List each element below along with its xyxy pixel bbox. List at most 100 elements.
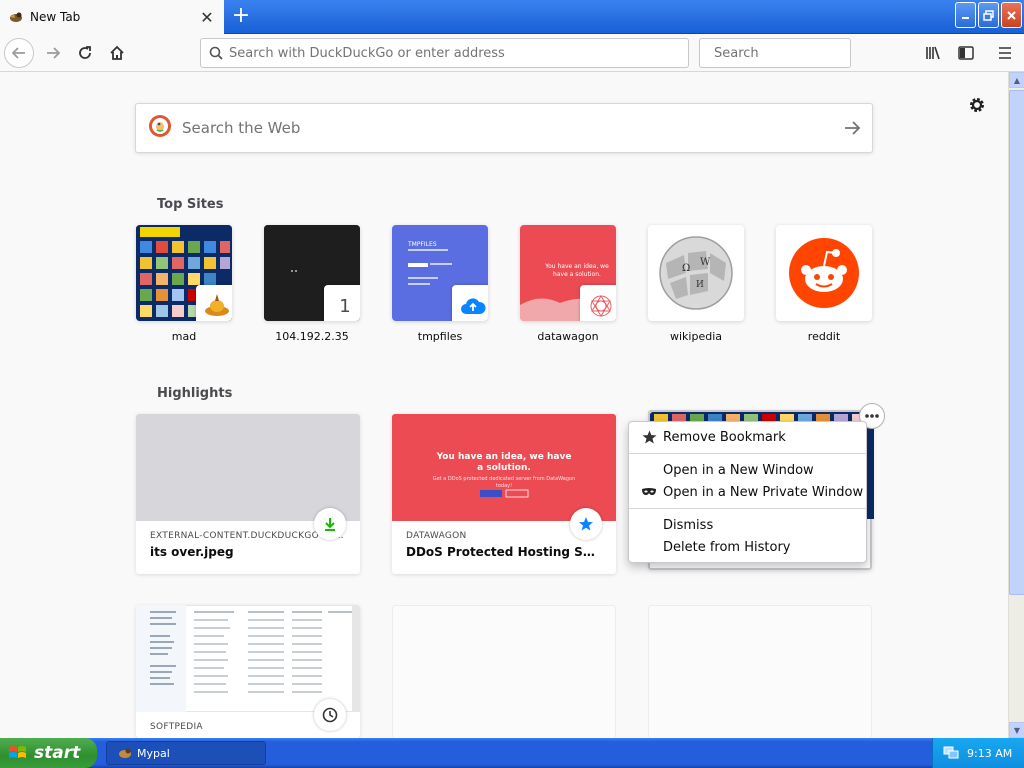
home-button[interactable] <box>102 38 132 68</box>
reddit-logo-icon <box>776 225 872 321</box>
close-tab-icon[interactable]: ✕ <box>196 6 218 28</box>
search-input[interactable] <box>714 45 884 61</box>
highlight-context-menu: Remove Bookmark Open in a New Window Ope… <box>628 421 867 563</box>
scroll-up-button[interactable]: ▲ <box>1009 72 1024 88</box>
top-site-label: tmpfiles <box>417 330 463 343</box>
back-arrow-icon <box>11 47 25 59</box>
bookmark-star-icon <box>570 508 602 540</box>
menu-item-delete-history[interactable]: Delete from History <box>629 536 866 558</box>
highlight-thumbnail <box>136 414 360 521</box>
top-site-thumbnail <box>136 225 232 321</box>
cloud-upload-icon <box>452 285 488 321</box>
top-site-datawagon[interactable]: You have an idea, we have a solution. da… <box>520 225 616 343</box>
ellipsis-icon <box>865 414 879 418</box>
task-label: Mypal <box>137 746 170 760</box>
datawagon-favicon-icon <box>580 285 616 321</box>
mad-favicon-icon <box>196 285 232 321</box>
highlight-card-datawagon[interactable]: You have an idea, we have a solution. Ge… <box>392 414 616 574</box>
menu-item-open-new-window[interactable]: Open in a New Window <box>629 459 866 481</box>
menu-separator <box>629 453 866 454</box>
library-icon <box>926 46 940 60</box>
back-button[interactable] <box>4 38 34 68</box>
highlights-heading: Highlights <box>157 386 233 401</box>
mypal-app-icon <box>119 748 131 758</box>
sidebar-button[interactable] <box>951 38 981 68</box>
highlight-placeholder <box>648 605 872 739</box>
highlight-card-its-over[interactable]: EXTERNAL-CONTENT.DUCKDUCKGO — 2... its o… <box>136 414 360 574</box>
minimize-button[interactable] <box>955 2 976 28</box>
top-site-label: mad <box>171 330 197 343</box>
tab-title: New Tab <box>30 10 81 24</box>
badge-text: 1 <box>339 295 351 317</box>
customize-gear-icon[interactable] <box>966 94 988 116</box>
vertical-scrollbar[interactable]: ▲ ▼ <box>1008 72 1024 738</box>
search-bar[interactable] <box>699 38 884 68</box>
address-bar[interactable] <box>200 38 689 68</box>
system-tray: 9:13 AM <box>932 738 1024 768</box>
mypal-favicon-icon <box>8 9 24 25</box>
download-icon <box>314 508 346 540</box>
window-controls <box>955 2 1022 28</box>
svg-text:Ω: Ω <box>682 263 690 274</box>
star-icon <box>641 430 657 444</box>
windows-taskbar: start Mypal 9:13 AM <box>0 738 1024 768</box>
menu-item-label: Dismiss <box>663 517 714 533</box>
top-site-tmpfiles[interactable]: TMPFILES tmpfiles <box>392 225 488 343</box>
search-icon <box>209 46 223 60</box>
top-site-thumbnail: TMPFILES <box>392 225 488 321</box>
top-site-label: wikipedia <box>669 330 722 343</box>
forward-button[interactable] <box>38 38 68 68</box>
clock: 9:13 AM <box>967 746 1013 760</box>
top-site-ip[interactable]: 1 104.192.2.35 <box>264 225 360 343</box>
tile-letter-badge: 1 <box>324 285 360 321</box>
web-search-box[interactable] <box>135 103 873 153</box>
windows-logo-icon <box>9 746 26 758</box>
highlight-placeholder <box>392 605 616 739</box>
svg-text:W: W <box>700 257 711 268</box>
close-window-button[interactable] <box>1001 2 1022 28</box>
scroll-down-button[interactable]: ▼ <box>1009 722 1024 738</box>
highlight-title: its over.jpeg <box>150 545 234 559</box>
forward-arrow-icon <box>47 47 61 59</box>
private-mask-icon <box>641 485 657 499</box>
menu-separator <box>629 508 866 509</box>
web-search-input[interactable] <box>182 119 832 137</box>
top-site-wikipedia[interactable]: ΩW И wikipedia <box>648 225 744 343</box>
scroll-thumb[interactable] <box>1009 90 1024 595</box>
top-site-label: reddit <box>807 330 841 343</box>
taskbar-item-mypal[interactable]: Mypal <box>106 741 266 765</box>
top-site-label: 104.192.2.35 <box>275 330 349 343</box>
start-label: start <box>34 743 81 763</box>
new-tab-button[interactable]: + <box>228 4 254 30</box>
reload-button[interactable] <box>70 38 100 68</box>
top-site-label: datawagon <box>537 330 599 343</box>
menu-button[interactable] <box>990 38 1020 68</box>
menu-item-remove-bookmark[interactable]: Remove Bookmark <box>629 426 866 448</box>
top-site-thumbnail: You have an idea, we have a solution. <box>520 225 616 321</box>
tab-strip: New Tab ✕ + <box>0 0 1024 34</box>
reload-icon <box>79 46 91 59</box>
search-submit-arrow-icon[interactable] <box>832 104 872 152</box>
navigation-toolbar <box>0 34 1024 72</box>
menu-item-label: Open in a New Window <box>663 462 814 478</box>
home-icon <box>110 45 124 60</box>
start-button[interactable]: start <box>0 738 97 768</box>
tab-new-tab[interactable]: New Tab ✕ <box>0 0 224 34</box>
library-button[interactable] <box>919 38 949 68</box>
menu-item-dismiss[interactable]: Dismiss <box>629 514 866 536</box>
hamburger-menu-icon <box>999 47 1011 59</box>
history-clock-icon <box>314 699 346 731</box>
top-site-mad[interactable]: mad <box>136 225 232 343</box>
menu-item-open-private-window[interactable]: Open in a New Private Window <box>629 481 866 503</box>
top-site-reddit[interactable]: reddit <box>776 225 872 343</box>
highlight-title: DDoS Protected Hosting Solutio... <box>406 545 602 559</box>
top-site-thumbnail: 1 <box>264 225 360 321</box>
highlight-card-softpedia[interactable]: SOFTPEDIA <box>136 605 360 738</box>
wikipedia-globe-icon: ΩW И <box>648 225 744 321</box>
menu-item-label: Open in a New Private Window <box>663 484 864 500</box>
svg-text:И: И <box>696 280 704 290</box>
url-input[interactable] <box>229 45 688 61</box>
restore-button[interactable] <box>978 2 999 28</box>
menu-item-label: Delete from History <box>663 539 791 555</box>
network-tray-icon <box>943 746 959 759</box>
